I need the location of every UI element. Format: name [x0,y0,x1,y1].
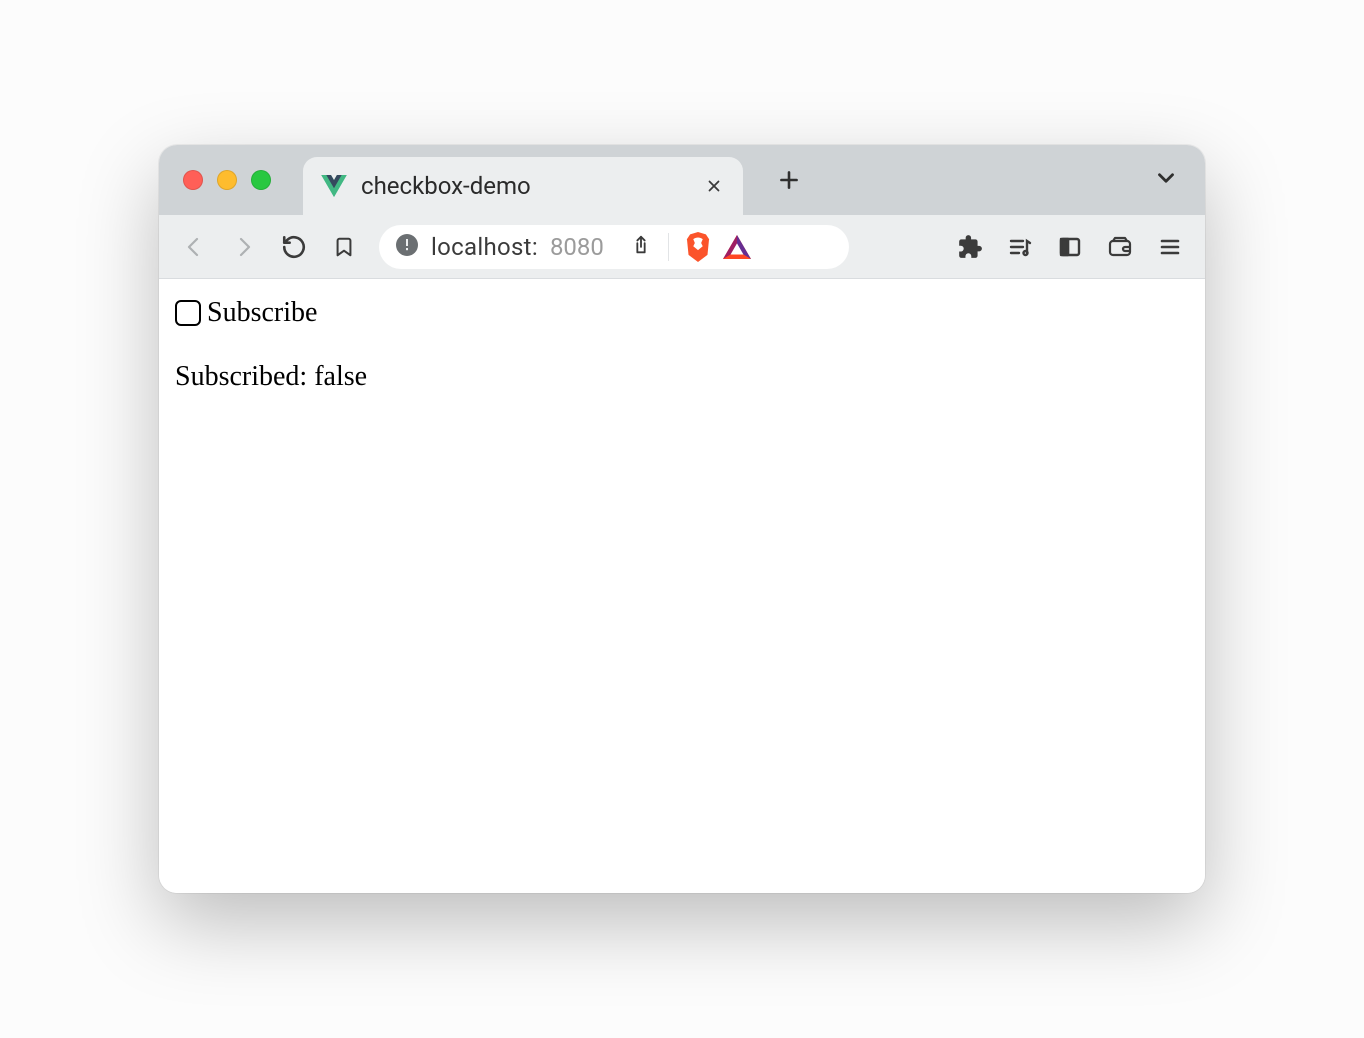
status-line: Subscribed: false [175,361,1189,393]
browser-toolbar: localhost: 8080 [159,215,1205,279]
tab-title: checkbox-demo [361,172,689,200]
playlist-button[interactable] [1005,232,1035,262]
close-window-button[interactable] [183,170,203,190]
bookmark-button[interactable] [329,232,359,262]
back-button[interactable] [179,232,209,262]
wallet-button[interactable] [1105,232,1135,262]
brave-rewards-icon[interactable] [723,234,751,260]
vue-icon [321,175,347,197]
window-traffic-lights [183,170,271,190]
separator [668,233,669,261]
url-port: 8080 [550,233,604,261]
browser-window: checkbox-demo localhost [159,145,1205,893]
subscribe-row: Subscribe [175,297,1189,329]
subscribe-label[interactable]: Subscribe [207,297,317,329]
status-value: false [314,361,367,392]
sidebar-button[interactable] [1055,232,1085,262]
forward-button[interactable] [229,232,259,262]
new-tab-button[interactable] [769,160,809,200]
minimize-window-button[interactable] [217,170,237,190]
browser-tab[interactable]: checkbox-demo [303,157,743,215]
reload-button[interactable] [279,232,309,262]
close-tab-button[interactable] [703,175,725,197]
not-secure-icon[interactable] [395,233,419,261]
status-prefix: Subscribed: [175,361,314,392]
subscribe-checkbox[interactable] [175,300,201,326]
share-button[interactable] [630,233,652,261]
tab-strip: checkbox-demo [159,145,1205,215]
tab-overflow-button[interactable] [1153,165,1179,195]
brave-shields-icon[interactable] [685,232,711,262]
page-content: Subscribe Subscribed: false [159,279,1205,893]
address-bar[interactable]: localhost: 8080 [379,225,849,269]
extensions-button[interactable] [955,232,985,262]
url-host: localhost: [431,233,538,261]
maximize-window-button[interactable] [251,170,271,190]
app-menu-button[interactable] [1155,232,1185,262]
